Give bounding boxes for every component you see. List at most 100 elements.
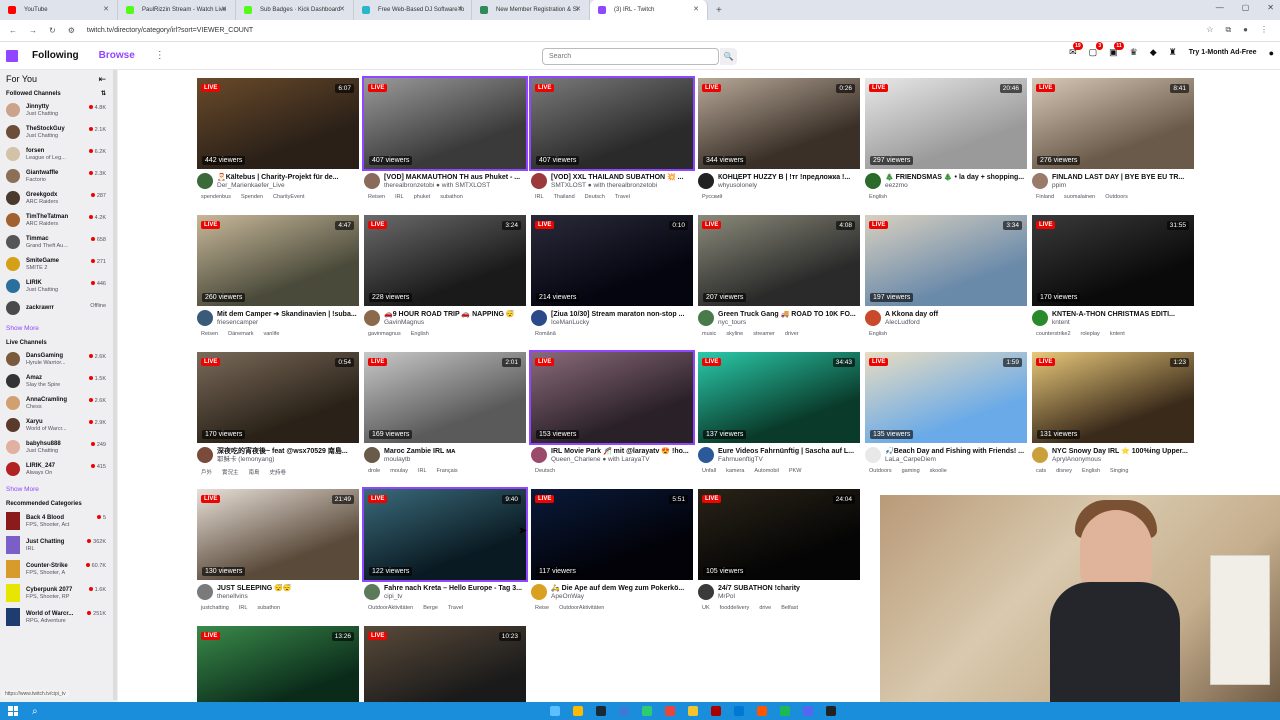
followed-show-more[interactable]: Show More xyxy=(0,319,118,337)
stream-card[interactable]: LIVE 0:26 344 viewers КОНЦЕРТ HUZZY В | !тг… xyxy=(698,78,860,200)
stream-tag[interactable]: Dänemark xyxy=(228,331,253,337)
taskbar-search-icon[interactable]: ⌕ xyxy=(32,706,38,717)
stream-tag[interactable]: 南島 xyxy=(249,468,260,476)
sidebar-channel[interactable]: TheStockGuy Just Chatting 2.1K xyxy=(0,121,118,143)
stream-tag[interactable]: counterstrike2 xyxy=(1036,331,1071,337)
stream-tag[interactable]: roleplay xyxy=(1081,331,1100,337)
stream-title[interactable]: [VOD] XXL THAILAND SUBATHON 💥 ... xyxy=(551,173,691,182)
stream-title[interactable]: JUST SLEEPING 😴😴 xyxy=(217,584,357,593)
user-avatar[interactable]: ● xyxy=(1269,48,1274,58)
stream-thumbnail[interactable]: LIVE 34:43 137 viewers xyxy=(698,352,860,443)
sidebar-category[interactable]: Counter-Strike FPS, Shooter, A 60.7K xyxy=(0,557,118,581)
app-icon[interactable] xyxy=(757,706,767,716)
stream-card[interactable]: LIVE 407 viewers [VOD] XXL THAILAND SUBATH… xyxy=(529,76,695,200)
stream-tag[interactable]: Deutsch xyxy=(585,194,605,200)
spotify-icon[interactable] xyxy=(780,706,790,716)
sidebar-channel[interactable]: zackrawrr Offline xyxy=(0,297,118,319)
stream-tag[interactable]: Travel xyxy=(448,605,463,611)
stream-thumbnail[interactable]: LIVE 24:04 105 viewers xyxy=(698,489,860,580)
streamer-name[interactable]: thenellvins xyxy=(217,593,357,601)
stream-card[interactable]: LIVE 0:10 214 viewers [Ziua 10/30] Stream m… xyxy=(531,215,693,337)
stream-thumbnail[interactable]: LIVE 10:23 xyxy=(364,626,526,702)
app-icon[interactable] xyxy=(573,706,583,716)
sidebar-channel[interactable]: Jinnytty Just Chatting 4.8K xyxy=(0,99,118,121)
stream-title[interactable]: Maroc Zambie IRL ᴍᴀ xyxy=(384,447,524,456)
streamer-name[interactable]: FahrnuenftigTV xyxy=(718,456,858,464)
streamer-name[interactable]: therealbronzetobi ● with SMTXLOST xyxy=(384,182,524,190)
streamer-avatar[interactable] xyxy=(698,584,714,600)
stream-title[interactable]: IRL Movie Park 🎢 mit @larayatv 😍 !ho... xyxy=(551,447,691,456)
stream-card[interactable]: LIVE 0:54 170 viewers 深夜吃的宵夜後~ feat @wsx705… xyxy=(197,352,359,476)
stream-card[interactable]: LIVE 1:23 131 viewers NYC Snowy Day IRL ⭐ 1… xyxy=(1032,352,1194,474)
streamer-name[interactable]: IceManLucky xyxy=(551,319,691,327)
stream-thumbnail[interactable]: LIVE 1:59 135 viewers xyxy=(865,352,1027,443)
browser-tab[interactable]: New Member Registration & Si ✕ xyxy=(472,0,590,20)
sidebar-category[interactable]: Just Chatting IRL 362K xyxy=(0,533,118,557)
stream-tag[interactable]: kntent xyxy=(1110,331,1125,337)
stream-tag[interactable]: skyline xyxy=(726,331,743,337)
sidebar-channel[interactable]: Giantwaffle Factorio 2.3K xyxy=(0,165,118,187)
stream-tag[interactable]: Unfall xyxy=(702,468,716,474)
stream-thumbnail[interactable]: LIVE 1:23 131 viewers xyxy=(1032,352,1194,443)
stream-tag[interactable]: suomalainen xyxy=(1064,194,1095,200)
stream-tag[interactable]: Travel xyxy=(615,194,630,200)
close-tab-icon[interactable]: ✕ xyxy=(693,5,699,13)
stream-card[interactable]: LIVE 31:55 170 viewers KNTEN-A-THON CHRISTM… xyxy=(1032,215,1194,337)
stream-card[interactable]: LIVE 4:08 207 viewers Green Truck Gang 🚚 RO… xyxy=(698,215,860,337)
stream-tag[interactable]: English xyxy=(869,331,887,337)
stream-card[interactable]: LIVE 21:49 130 viewers JUST SLEEPING 😴😴 then… xyxy=(197,489,359,611)
chrome-icon[interactable] xyxy=(665,706,675,716)
streamer-name[interactable]: Queen_Charlene ● with LarayaTV xyxy=(551,456,691,464)
browser-tab[interactable]: PaulRizzin Stream - Watch Live ✕ xyxy=(118,0,236,20)
streamer-avatar[interactable] xyxy=(1032,310,1048,326)
stream-card[interactable]: LIVE 3:34 197 viewers A Kkona day off AlecLu… xyxy=(865,215,1027,337)
live-show-more[interactable]: Show More xyxy=(0,480,118,498)
streamer-avatar[interactable] xyxy=(531,173,547,189)
sidebar-scrollbar[interactable] xyxy=(113,70,117,700)
stream-tag[interactable]: phuket xyxy=(414,194,431,200)
streamer-name[interactable]: whyusolonely xyxy=(718,182,858,190)
sidebar-channel[interactable]: SmiteGame SMITE 2 271 xyxy=(0,253,118,275)
stream-title[interactable]: [Ziua 10/30] Stream maraton non-stop ... xyxy=(551,310,691,319)
streamer-name[interactable]: MrPol xyxy=(718,593,858,601)
sidebar-channel[interactable]: Greekgodx ARC Raiders 287 xyxy=(0,187,118,209)
stream-title[interactable]: КОНЦЕРТ HUZZY В | !тг !предложка !... xyxy=(718,173,858,182)
sidebar-channel[interactable]: LIRIK_247 Always On 415 xyxy=(0,458,118,480)
stream-card[interactable]: LIVE 4:47 260 viewers Mit dem Camper ➜ Skan… xyxy=(197,215,359,337)
streamer-avatar[interactable] xyxy=(364,447,380,463)
stream-thumbnail[interactable]: LIVE 13:26 xyxy=(197,626,359,702)
stream-title[interactable]: A Kkona day off xyxy=(885,310,1025,319)
streamer-name[interactable]: kntent xyxy=(1052,319,1192,327)
stream-tag[interactable]: gaming xyxy=(902,468,920,474)
stream-tag[interactable]: Deutsch xyxy=(535,468,555,474)
stream-card[interactable]: LIVE 407 viewers [VOD] MAKMAUTHON TH aus P… xyxy=(362,76,528,200)
stream-tag[interactable]: PKW xyxy=(789,468,802,474)
stream-tag[interactable]: OutdoorAktivitäten xyxy=(368,605,413,611)
app-icon[interactable] xyxy=(734,706,744,716)
stream-thumbnail[interactable]: LIVE 5:51 117 viewers xyxy=(531,489,693,580)
stream-tag[interactable]: Reise xyxy=(535,605,549,611)
stream-card[interactable]: LIVE 20:46 297 viewers 🎄 FRIENDSMAS 🎄 • la … xyxy=(865,78,1027,200)
back-icon[interactable]: ← xyxy=(9,26,17,35)
streamer-avatar[interactable] xyxy=(531,447,547,463)
stream-thumbnail[interactable]: LIVE 407 viewers xyxy=(362,76,528,171)
stream-thumbnail[interactable]: LIVE 21:49 130 viewers xyxy=(197,489,359,580)
stream-thumbnail[interactable]: LIVE 4:08 207 viewers xyxy=(698,215,860,306)
search-icon[interactable]: 🔍 xyxy=(720,48,737,65)
steam-icon[interactable] xyxy=(596,706,606,716)
stream-tag[interactable]: vanlife xyxy=(264,331,280,337)
streamer-name[interactable]: friesencamper xyxy=(217,319,357,327)
stream-tag[interactable]: skoolie xyxy=(930,468,947,474)
browser-tab[interactable]: (3) IRL - Twitch ✕ xyxy=(590,0,708,20)
stream-tag[interactable]: 戶外 xyxy=(201,468,212,476)
browser-tab[interactable]: Free Web-Based DJ Software fo ✕ xyxy=(354,0,472,20)
sidebar-channel[interactable]: LIRIK Just Chatting 446 xyxy=(0,275,118,297)
stream-title[interactable]: 🚗9 HOUR ROAD TRIP 🚗 NAPPING 😴 xyxy=(384,310,524,319)
streamer-avatar[interactable] xyxy=(531,310,547,326)
stream-tag[interactable]: music xyxy=(702,331,716,337)
sidebar-channel[interactable]: AnnaCramling Chess 2.6K xyxy=(0,392,118,414)
stream-thumbnail[interactable]: LIVE 407 viewers xyxy=(529,76,695,171)
app-icon[interactable] xyxy=(642,706,652,716)
streamer-avatar[interactable] xyxy=(865,173,881,189)
sidebar-channel[interactable]: Amaz Slay the Spire 1.5K xyxy=(0,370,118,392)
